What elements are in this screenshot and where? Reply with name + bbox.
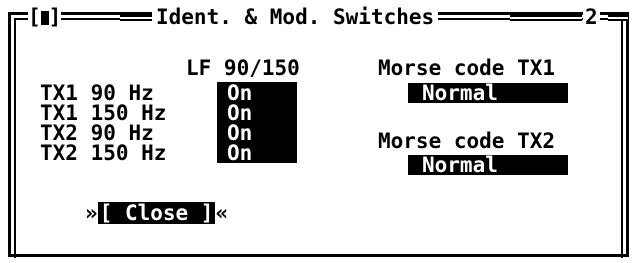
switch-tx2-90[interactable]: On xyxy=(217,123,297,144)
close-right-marker: « xyxy=(215,201,229,225)
close-button-row: »[ Close ]« xyxy=(85,202,228,224)
window-title: Ident. & Mod. Switches xyxy=(152,3,439,31)
switch-tx1-150[interactable]: On xyxy=(217,103,297,124)
row-label-tx1-90: TX1 90 Hz xyxy=(40,81,154,105)
switch-tx2-150[interactable]: On xyxy=(217,143,297,164)
morse-tx1-label: Morse code TX1 xyxy=(378,56,556,80)
title-rule-right xyxy=(510,15,582,21)
switch-tx1-90[interactable]: On xyxy=(217,83,297,104)
title-rule-end xyxy=(608,15,628,21)
lf-header: LF 90/150 xyxy=(186,56,300,80)
row-label-tx2-90: TX2 90 Hz xyxy=(40,121,154,145)
morse-tx2-label: Morse code TX2 xyxy=(378,129,556,153)
row-label-tx1-150: TX1 150 Hz xyxy=(40,101,167,125)
row-label-tx2-150: TX2 150 Hz xyxy=(40,141,167,165)
title-bar: [] Ident. & Mod. Switches 2 xyxy=(0,0,635,31)
close-left-marker: » xyxy=(85,201,98,225)
window-close-box[interactable]: [] xyxy=(28,3,62,31)
morse-tx1-select[interactable]: Normal xyxy=(408,83,568,104)
morse-tx2-select[interactable]: Normal xyxy=(408,155,568,176)
dialog-frame-bottom xyxy=(8,254,629,257)
window-number: 2 xyxy=(583,3,600,31)
title-rule-left xyxy=(120,15,155,21)
close-box-icon xyxy=(40,11,49,25)
close-button[interactable]: [ Close ] xyxy=(97,202,216,224)
